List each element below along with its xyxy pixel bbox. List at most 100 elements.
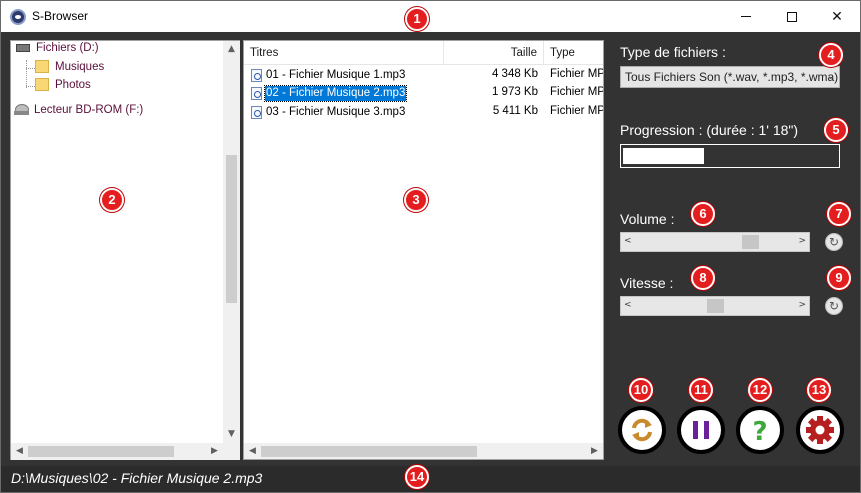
speed-reset-button[interactable]: ↻ [825,297,843,315]
folder-tree[interactable]: Fichiers (D:) Musiques Photos Lecteur BD… [10,40,240,460]
slider-left-icon[interactable]: < [624,236,632,246]
tree-item-label: Musiques [55,60,105,73]
tree-item-label: Lecteur BD-ROM (F:) [34,104,144,116]
volume-reset-button[interactable]: ↻ [825,233,843,251]
tree-item-drive-d[interactable]: Fichiers (D:) [16,42,99,54]
folder-icon [35,78,49,91]
file-size: 1 973 Kb [491,86,538,98]
chevron-down-icon: ⌄ [826,71,835,82]
tree-item-label: Photos [55,78,91,91]
file-title: 01 - Fichier Musique 1.mp3 [266,69,406,81]
bd-rom-icon [14,104,30,116]
tree-horizontal-scrollbar[interactable]: ◀ ▶ [11,443,223,460]
callout-badge: 9 [827,266,851,290]
file-title: 03 - Fichier Musique 3.mp3 [266,106,406,118]
speed-label: Vitesse : [620,275,674,291]
folder-icon [35,60,49,73]
title-bar[interactable]: S-Browser ✕ [1,1,860,32]
list-header: Titres Taille Type [244,41,603,65]
close-button[interactable]: ✕ [814,1,860,32]
minimize-button[interactable] [723,1,769,32]
callout-badge: 10 [629,378,653,402]
callout-badge: 8 [691,266,715,290]
scroll-up-icon[interactable]: ▲ [223,44,240,54]
tree-item-label: Fichiers (D:) [36,42,99,54]
file-type-value: Tous Fichiers Son (*.wav, *.mp3, *.wma) [625,70,839,84]
app-window: S-Browser ✕ Fichiers (D:) Musiques Photo… [0,0,861,493]
window-title: S-Browser [32,9,89,23]
scroll-thumb[interactable] [261,446,477,457]
current-file-path: D:\Musiques\02 - Fichier Musique 2.mp3 [11,470,263,486]
app-logo-icon [10,9,26,25]
slider-left-icon[interactable]: < [624,300,632,310]
callout-badge: 12 [748,378,772,402]
reset-icon: ↻ [828,299,840,313]
tree-connector [26,68,35,69]
progress-bar[interactable] [620,144,840,168]
file-title: 02 - Fichier Musique 2.mp3 [263,85,408,102]
help-button[interactable]: ? [736,406,784,454]
maximize-icon [787,11,797,22]
settings-button[interactable] [796,406,844,454]
audio-file-icon [251,69,262,82]
callout-badge: 1 [405,7,429,31]
file-type: Fichier MP3 [550,105,603,117]
speed-slider[interactable]: < > [620,296,810,316]
scroll-left-icon[interactable]: ◀ [244,446,261,456]
refresh-icon [632,418,652,442]
file-size: 4 348 Kb [491,68,538,80]
scroll-right-icon[interactable]: ▶ [206,446,223,456]
column-header-type[interactable]: Type [544,41,603,65]
pause-button[interactable] [677,406,725,454]
help-icon: ? [752,417,767,444]
scroll-thumb[interactable] [28,446,174,457]
audio-file-icon [251,87,262,100]
list-item[interactable]: 03 - Fichier Musique 3.mp3 5 411 Kb Fich… [244,103,603,122]
pause-icon [693,421,709,439]
reset-icon: ↻ [828,235,840,249]
slider-thumb[interactable] [707,299,724,313]
status-bar: D:\Musiques\02 - Fichier Musique 2.mp3 [1,466,860,492]
callout-badge: 3 [404,188,428,212]
column-header-size[interactable]: Taille [444,41,544,65]
drive-icon [16,44,30,52]
tree-item-drive-f[interactable]: Lecteur BD-ROM (F:) [14,104,143,116]
callout-badge: 14 [405,465,429,489]
volume-slider[interactable]: < > [620,232,810,252]
file-type: Fichier MP3 [550,68,603,80]
slider-right-icon[interactable]: > [798,300,806,310]
svg-text:?: ? [752,417,767,444]
scroll-corner [223,443,240,460]
file-list[interactable]: Titres Taille Type 01 - Fichier Musique … [243,40,604,460]
slider-thumb[interactable] [742,235,759,249]
maximize-button[interactable] [769,1,815,32]
tree-item-musiques[interactable]: Musiques [35,60,104,73]
close-icon: ✕ [831,8,843,25]
file-type-select[interactable]: Tous Fichiers Son (*.wav, *.mp3, *.wma) … [620,66,840,88]
slider-right-icon[interactable]: > [798,236,806,246]
minimize-icon [741,16,751,17]
progress-fill [623,148,704,164]
refresh-button[interactable] [618,406,666,454]
callout-badge: 7 [827,202,851,226]
list-horizontal-scrollbar[interactable]: ◀ ▶ [244,443,603,459]
tree-vertical-scrollbar[interactable]: ▲ ▼ [223,41,240,443]
callout-badge: 6 [691,202,715,226]
callout-badge: 11 [689,378,713,402]
scroll-down-icon[interactable]: ▼ [223,429,240,439]
list-item-selected[interactable]: 02 - Fichier Musique 2.mp3 1 973 Kb Fich… [244,84,603,103]
file-type-label: Type de fichiers : [620,44,726,60]
tree-connector [26,86,35,87]
callout-badge: 2 [100,188,124,212]
scroll-right-icon[interactable]: ▶ [586,446,603,456]
callout-badge: 5 [824,118,848,142]
file-size: 5 411 Kb [492,105,538,117]
progress-label: Progression : (durée : 1' 18") [620,122,799,138]
file-type: Fichier MP3 [550,86,603,98]
scroll-left-icon[interactable]: ◀ [11,446,28,456]
list-item[interactable]: 01 - Fichier Musique 1.mp3 4 348 Kb Fich… [244,66,603,85]
tree-connector [26,60,27,88]
scroll-thumb[interactable] [226,155,237,303]
tree-item-photos[interactable]: Photos [35,78,91,91]
column-header-titles[interactable]: Titres [244,41,444,65]
